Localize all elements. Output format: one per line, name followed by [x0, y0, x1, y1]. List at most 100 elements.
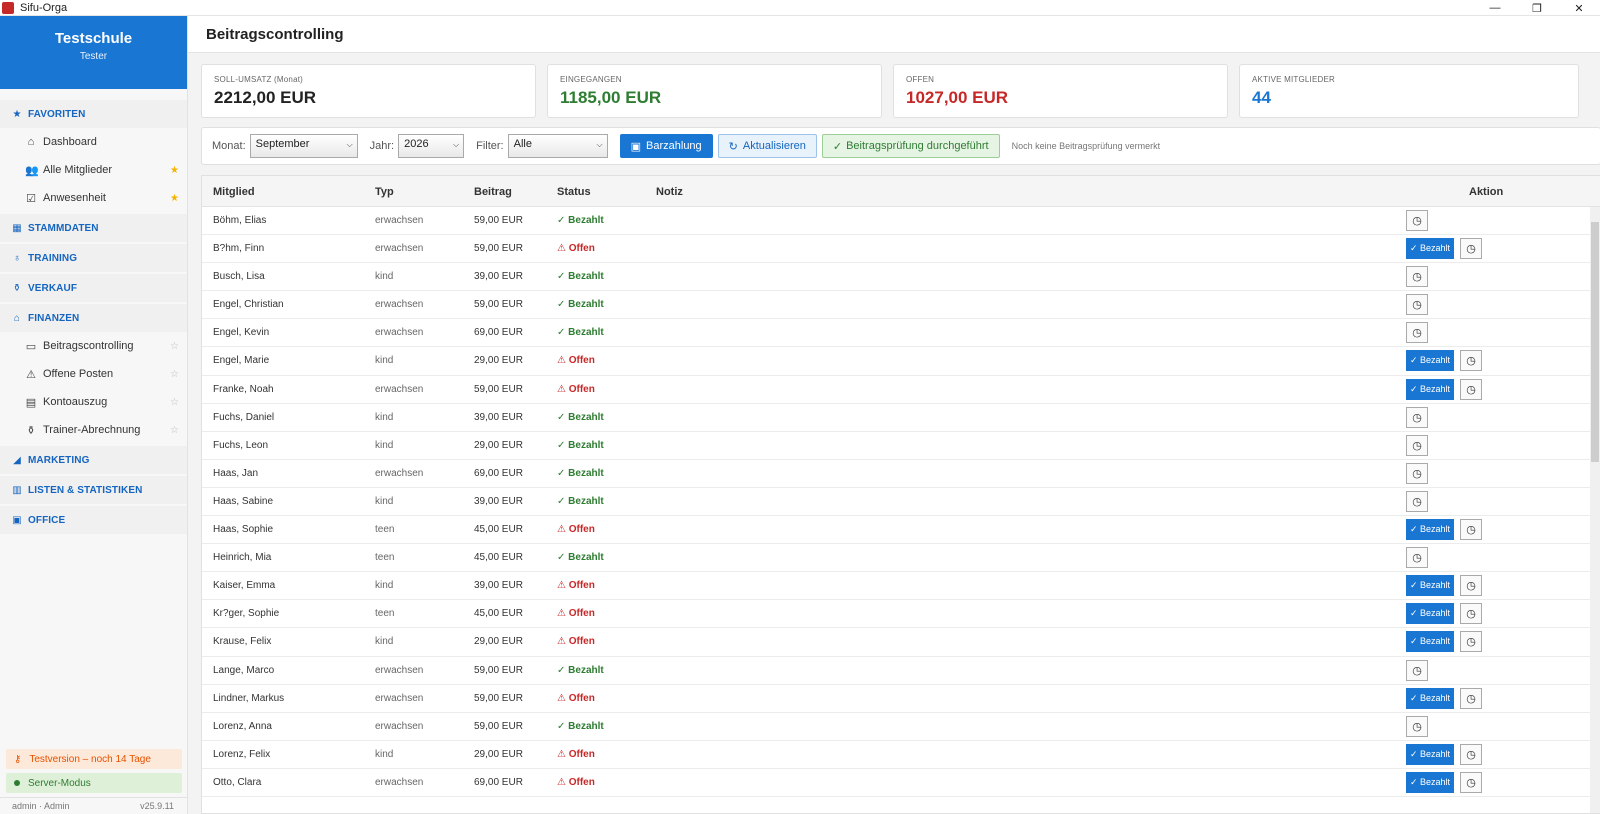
member-type: erwachsen [375, 215, 424, 226]
favorite-star-icon[interactable]: ☆ [170, 341, 179, 352]
history-clock-icon[interactable]: ◷ [1406, 266, 1428, 288]
kpi-label: AKTIVE MITGLIEDER [1252, 75, 1335, 84]
nav-section-listen[interactable]: ▥ LISTEN & STATISTIKEN [0, 476, 187, 504]
nav-section-marketing[interactable]: ◢ MARKETING [0, 446, 187, 474]
scrollbar-thumb[interactable] [1591, 222, 1599, 462]
history-clock-icon[interactable]: ◷ [1406, 210, 1428, 231]
history-clock-icon[interactable]: ◷ [1460, 378, 1483, 400]
filter-select[interactable]: Alle ⌵ [507, 134, 608, 158]
history-clock-icon[interactable]: ◷ [1406, 294, 1428, 316]
favorite-star-icon[interactable]: ★ [170, 165, 179, 176]
history-clock-icon[interactable]: ◷ [1460, 687, 1483, 709]
mark-paid-button[interactable]: ✓ Bezahlt [1406, 238, 1455, 260]
column-header-note[interactable]: Notiz [656, 186, 683, 198]
history-clock-icon[interactable]: ◷ [1460, 631, 1483, 653]
history-clock-icon[interactable]: ◷ [1460, 771, 1483, 793]
table-row[interactable]: Fuchs, Leon kind 29,00 EUR ✓ Bezahlt ◷ [202, 432, 1600, 460]
table-row[interactable]: Böhm, Elias erwachsen 59,00 EUR ✓ Bezahlt ◷ [202, 207, 1600, 236]
table-row[interactable]: B?hm, Finn erwachsen 59,00 EUR ⚠ Offen ✓ Bez… [202, 235, 1600, 264]
favorite-star-icon[interactable]: ☆ [170, 397, 179, 408]
table-row[interactable]: Engel, Marie kind 29,00 EUR ⚠ Offen ✓ Bezahl… [202, 347, 1600, 376]
history-clock-icon[interactable]: ◷ [1406, 659, 1428, 681]
history-clock-icon[interactable]: ◷ [1406, 322, 1428, 344]
favorite-star-icon[interactable]: ★ [170, 193, 179, 204]
history-clock-icon[interactable]: ◷ [1460, 238, 1483, 260]
status-badge: ✓ Bezahlt [557, 664, 604, 676]
history-clock-icon[interactable]: ◷ [1460, 743, 1483, 765]
sidebar-item-dashboard[interactable]: ⌂ Dashboard [0, 128, 187, 156]
row-actions: ✓ Bezahlt ◷ [1406, 687, 1483, 709]
history-clock-icon[interactable]: ◷ [1406, 490, 1428, 512]
mark-paid-button[interactable]: ✓ Bezahlt [1406, 519, 1455, 541]
table-row[interactable]: Lorenz, Anna erwachsen 59,00 EUR ✓ Bezahlt ◷ [202, 713, 1600, 741]
mark-paid-button[interactable]: ✓ Bezahlt [1406, 378, 1455, 400]
status-badge: ⚠ Offen [557, 692, 595, 704]
history-clock-icon[interactable]: ◷ [1406, 406, 1428, 428]
mark-paid-button[interactable]: ✓ Bezahlt [1406, 771, 1455, 793]
sidebar-item-anwesenheit[interactable]: ☑ Anwesenheit ★ [0, 184, 187, 212]
table-row[interactable]: Haas, Jan erwachsen 69,00 EUR ✓ Bezahlt ◷ [202, 460, 1600, 488]
sidebar-item-alle-mitglieder[interactable]: 👥 Alle Mitglieder ★ [0, 156, 187, 184]
key-icon: ⚷ [14, 753, 22, 765]
table-row[interactable]: Krause, Felix kind 29,00 EUR ⚠ Offen ✓ Bezah… [202, 628, 1600, 657]
nav-section-training[interactable]: ♁ TRAINING [0, 244, 187, 272]
table-row[interactable]: Otto, Clara erwachsen 69,00 EUR ⚠ Offen ✓ Be… [202, 769, 1600, 797]
history-clock-icon[interactable]: ◷ [1460, 603, 1483, 625]
column-header-member[interactable]: Mitglied [213, 186, 255, 198]
chevron-down-icon: ⌵ [596, 140, 603, 149]
close-button[interactable]: ✕ [1558, 0, 1600, 16]
table-row[interactable]: Engel, Kevin erwachsen 69,00 EUR ✓ Bezahlt ◷ [202, 319, 1600, 348]
favorite-star-icon[interactable]: ☆ [170, 425, 179, 436]
column-header-fee[interactable]: Beitrag [474, 186, 512, 198]
history-clock-icon[interactable]: ◷ [1406, 434, 1428, 456]
mark-paid-button[interactable]: ✓ Bezahlt [1406, 743, 1455, 765]
table-row[interactable]: Fuchs, Daniel kind 39,00 EUR ✓ Bezahlt ◷ [202, 404, 1600, 432]
history-clock-icon[interactable]: ◷ [1406, 715, 1428, 737]
table-row[interactable]: Lange, Marco erwachsen 59,00 EUR ✓ Bezahlt ◷ [202, 657, 1600, 685]
history-clock-icon[interactable]: ◷ [1460, 575, 1483, 597]
history-clock-icon[interactable]: ◷ [1460, 519, 1483, 541]
table-row[interactable]: Kaiser, Emma kind 39,00 EUR ⚠ Offen ✓ Bezahl… [202, 572, 1600, 601]
sidebar-item-offene-posten[interactable]: ⚠ Offene Posten ☆ [0, 360, 187, 388]
table-row[interactable]: Kr?ger, Sophie teen 45,00 EUR ⚠ Offen ✓ Beza… [202, 600, 1600, 629]
column-header-type[interactable]: Typ [375, 186, 394, 198]
favorite-star-icon[interactable]: ☆ [170, 369, 179, 380]
mark-paid-button[interactable]: ✓ Bezahlt [1406, 603, 1455, 625]
nav-section-office[interactable]: ▣ OFFICE [0, 506, 187, 534]
row-actions: ◷ [1406, 547, 1428, 569]
table-row[interactable]: Engel, Christian erwachsen 59,00 EUR ✓ Beza… [202, 291, 1600, 320]
table-row[interactable]: Heinrich, Mia teen 45,00 EUR ✓ Bezahlt ◷ [202, 544, 1600, 573]
year-select[interactable]: 2026 ⌵ [398, 134, 465, 158]
sidebar-item-trainer-abrechnung[interactable]: ⚱ Trainer-Abrechnung ☆ [0, 416, 187, 444]
table-row[interactable]: Lindner, Markus erwachsen 59,00 EUR ⚠ Offen… [202, 685, 1600, 713]
table-row[interactable]: Busch, Lisa kind 39,00 EUR ✓ Bezahlt ◷ [202, 263, 1600, 292]
table-row[interactable]: Haas, Sabine kind 39,00 EUR ✓ Bezahlt ◷ [202, 488, 1600, 517]
history-clock-icon[interactable]: ◷ [1460, 350, 1483, 372]
nav-section-stammdaten[interactable]: ▦ STAMMDATEN [0, 214, 187, 242]
column-header-status[interactable]: Status [557, 186, 591, 198]
sidebar-item-kontoauszug[interactable]: ▤ Kontoauszug ☆ [0, 388, 187, 416]
maximize-button[interactable]: ❐ [1516, 0, 1558, 16]
table-row[interactable]: Franke, Noah erwachsen 59,00 EUR ⚠ Offen ✓ B… [202, 376, 1600, 404]
vertical-scrollbar[interactable] [1590, 207, 1600, 813]
mark-paid-button[interactable]: ✓ Bezahlt [1406, 350, 1455, 372]
minimize-button[interactable]: — [1474, 0, 1516, 16]
member-type: kind [375, 580, 394, 592]
trial-badge[interactable]: ⚷ Testversion – noch 14 Tage [6, 749, 182, 769]
mark-paid-button[interactable]: ✓ Bezahlt [1406, 631, 1455, 653]
history-clock-icon[interactable]: ◷ [1406, 547, 1428, 569]
sidebar-item-beitragscontrolling[interactable]: ▭ Beitragscontrolling ☆ [0, 332, 187, 360]
nav-section-finanzen[interactable]: ⌂ FINANZEN [0, 304, 187, 332]
history-clock-icon[interactable]: ◷ [1406, 462, 1428, 484]
mark-paid-button[interactable]: ✓ Bezahlt [1406, 575, 1455, 597]
cash-payment-button[interactable]: ▣ Barzahlung [619, 134, 713, 158]
nav-section-verkauf[interactable]: ⚱ VERKAUF [0, 274, 187, 302]
member-type: erwachsen [375, 467, 424, 479]
refresh-button[interactable]: ↻ Aktualisieren [717, 134, 817, 158]
nav-section-favorites[interactable]: ★ FAVORITEN [0, 100, 187, 128]
fee-check-button[interactable]: ✓ Beitragsprüfung durchgeführt [821, 134, 1000, 158]
mark-paid-button[interactable]: ✓ Bezahlt [1406, 687, 1455, 709]
table-row[interactable]: Lorenz, Felix kind 29,00 EUR ⚠ Offen ✓ Bezah… [202, 741, 1600, 769]
table-row[interactable]: Haas, Sophie teen 45,00 EUR ⚠ Offen ✓ Bezahl… [202, 516, 1600, 545]
month-select[interactable]: September ⌵ [249, 134, 358, 158]
